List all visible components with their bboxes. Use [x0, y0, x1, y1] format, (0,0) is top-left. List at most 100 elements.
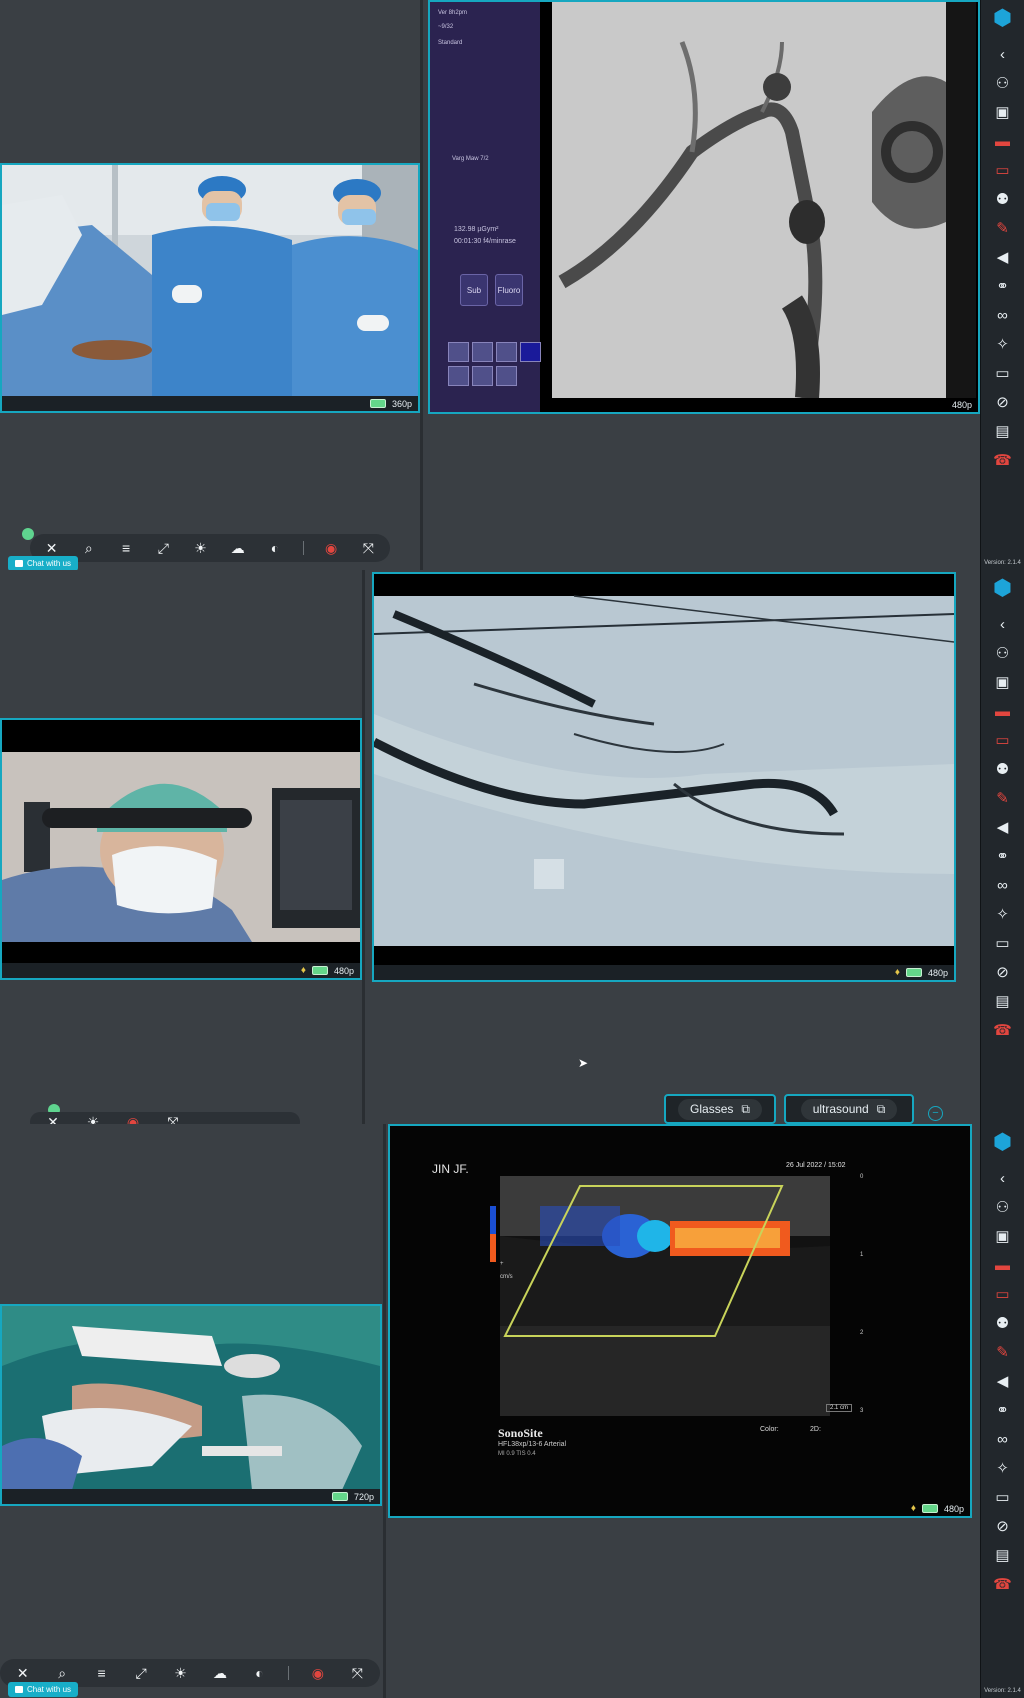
zoom-icon[interactable]: ⌕ — [51, 1665, 72, 1682]
contrast-icon[interactable]: ☁ — [209, 1665, 230, 1682]
close-icon[interactable]: ✕ — [42, 1114, 64, 1125]
thumbnail[interactable] — [496, 342, 517, 362]
params-label: MI 0.9 TIS 0.4 — [498, 1451, 536, 1457]
close-icon[interactable]: ✕ — [12, 1665, 33, 1682]
collapse-icon[interactable]: − — [928, 1106, 943, 1121]
stack-icon[interactable]: ≡ — [116, 540, 135, 556]
depth-mark: 0 — [860, 1174, 864, 1180]
trash-icon[interactable]: ▤ — [989, 989, 1017, 1013]
laser-pointer-icon[interactable]: ✧ — [989, 332, 1017, 356]
right-toolbar: ⬢ ‹ ⚇ ▣ ▬ ▭ ⚉ ✎ ◀ ⚭ ∞ ✧ ▭ ⊘ ▤ ☎ Version:… — [980, 0, 1024, 570]
add-user-icon[interactable]: ⚉ — [989, 187, 1017, 211]
chevron-left-icon[interactable]: ‹ — [989, 612, 1017, 636]
chevron-left-icon[interactable]: ‹ — [989, 42, 1017, 66]
close-icon[interactable]: ✕ — [42, 540, 61, 557]
panel-icon[interactable]: ▣ — [989, 1224, 1017, 1248]
sub-button[interactable]: Sub — [460, 274, 488, 306]
or-camera-feed[interactable]: 360p — [0, 163, 420, 413]
zoom-icon[interactable]: ⌕ — [79, 540, 98, 557]
chat-with-us-button[interactable]: Chat with us — [8, 556, 79, 570]
external-link-icon: ⧉ — [876, 1101, 886, 1116]
laser-pointer-icon[interactable]: ✧ — [989, 1456, 1017, 1480]
video-off-icon[interactable]: ▬ — [989, 699, 1017, 723]
expand-icon[interactable]: ⤢ — [154, 540, 173, 557]
feed-status-bar: ♦ 480p — [2, 963, 360, 978]
mic-off-icon[interactable]: ✎ — [989, 786, 1017, 810]
participants-icon[interactable]: ⚭ — [989, 844, 1017, 868]
thumbnail[interactable] — [448, 342, 469, 362]
handshake-icon[interactable]: ∞ — [989, 1427, 1017, 1451]
record-icon[interactable]: ◉ — [307, 1665, 328, 1682]
version-label: Version: 2.1.4 — [984, 1688, 1021, 1694]
brightness-icon[interactable]: ☀ — [191, 540, 210, 557]
panel-icon[interactable]: ▣ — [989, 670, 1017, 694]
trash-icon[interactable]: ▤ — [989, 419, 1017, 443]
trophy-icon: ♦ — [300, 965, 306, 976]
chat-with-us-button[interactable]: Chat with us — [8, 1682, 79, 1697]
brightness-icon[interactable]: ☀ — [170, 1665, 191, 1682]
mic-off-icon[interactable]: ✎ — [989, 1340, 1017, 1364]
laser-pointer-icon[interactable]: ✧ — [989, 902, 1017, 926]
invert-icon[interactable]: ◐ — [249, 1665, 270, 1681]
speaker-icon[interactable]: ◀ — [989, 1369, 1017, 1393]
fluoroscopy-feed[interactable]: Ver 8h2pm ~9/32 Standard Varg Maw 7/2 13… — [428, 0, 980, 414]
speaker-icon[interactable]: ◀ — [989, 245, 1017, 269]
thumbnail[interactable] — [496, 366, 517, 386]
logo-icon: ⬢ — [992, 575, 1013, 600]
screen-share-icon[interactable]: ▭ — [989, 728, 1017, 752]
end-call-icon[interactable]: ☎ — [989, 1018, 1017, 1042]
brightness-icon[interactable]: ☀ — [82, 1114, 104, 1125]
fullscreen-icon[interactable]: ⤧ — [359, 540, 378, 557]
add-user-icon[interactable]: ⚉ — [989, 757, 1017, 781]
panel-icon[interactable]: ▣ — [989, 100, 1017, 124]
handshake-icon[interactable]: ∞ — [989, 873, 1017, 897]
surgeon-camera-feed[interactable]: ♦ 480p — [0, 718, 362, 980]
thumbnail[interactable] — [448, 366, 469, 386]
no-record-icon[interactable]: ⊘ — [989, 1514, 1017, 1538]
end-call-icon[interactable]: ☎ — [989, 448, 1017, 472]
toolbar-separator — [302, 541, 304, 555]
fluoro-button[interactable]: Fluoro — [495, 274, 523, 306]
surgical-field-camera-feed[interactable]: 720p — [0, 1304, 382, 1506]
glasses-icon[interactable]: ⚇ — [989, 641, 1017, 665]
record-icon[interactable]: ◉ — [122, 1114, 144, 1125]
participants-icon[interactable]: ⚭ — [989, 274, 1017, 298]
logo-icon: ⬢ — [992, 5, 1013, 30]
handshake-icon[interactable]: ∞ — [989, 303, 1017, 327]
toolbar-separator — [288, 1666, 290, 1680]
feed-status-bar: 480p — [942, 397, 978, 412]
video-off-icon[interactable]: ▬ — [989, 1253, 1017, 1277]
resolution-label: 360p — [391, 398, 412, 409]
glasses-icon[interactable]: ⚇ — [989, 1195, 1017, 1219]
angiography-feed[interactable]: ♦ 480p — [372, 572, 956, 982]
glasses-icon[interactable]: ⚇ — [989, 71, 1017, 95]
screen-share-icon[interactable]: ▭ — [989, 1282, 1017, 1306]
fullscreen-icon[interactable]: ⤧ — [347, 1665, 368, 1682]
expand-icon[interactable]: ⤢ — [130, 1665, 151, 1682]
thumbnail[interactable] — [472, 366, 493, 386]
no-record-icon[interactable]: ⊘ — [989, 390, 1017, 414]
add-user-icon[interactable]: ⚉ — [989, 1311, 1017, 1335]
participants-icon[interactable]: ⚭ — [989, 1398, 1017, 1422]
ultrasound-source-button[interactable]: ultrasound ⧉ — [784, 1094, 914, 1124]
thumbnail[interactable] — [472, 342, 493, 362]
chevron-left-icon[interactable]: ‹ — [989, 1166, 1017, 1190]
glasses-source-button[interactable]: Glasses ⧉ — [664, 1094, 776, 1124]
screen-share-icon[interactable]: ▭ — [989, 158, 1017, 182]
trash-icon[interactable]: ▤ — [989, 1543, 1017, 1567]
ultrasound-feed[interactable]: JIN JF. 26 Jul 2022 / 15:02 + cm/s 0 1 2… — [388, 1124, 972, 1518]
video-off-icon[interactable]: ▬ — [989, 129, 1017, 153]
stack-icon[interactable]: ≡ — [91, 1665, 112, 1681]
fluoro-control-panel: Ver 8h2pm ~9/32 Standard Varg Maw 7/2 13… — [430, 2, 541, 412]
no-record-icon[interactable]: ⊘ — [989, 960, 1017, 984]
right-toolbar: ⬢ ‹ ⚇ ▣ ▬ ▭ ⚉ ✎ ◀ ⚭ ∞ ✧ ▭ ⊘ ▤ ☎ Version:… — [980, 1124, 1024, 1698]
angiogram-image — [552, 2, 976, 398]
fullscreen-icon[interactable]: ⤧ — [162, 1114, 184, 1125]
record-icon[interactable]: ◉ — [322, 540, 341, 557]
contrast-icon[interactable]: ☁ — [228, 540, 247, 557]
invert-icon[interactable]: ◐ — [265, 540, 284, 556]
mic-off-icon[interactable]: ✎ — [989, 216, 1017, 240]
thumbnail[interactable] — [520, 342, 541, 362]
speaker-icon[interactable]: ◀ — [989, 815, 1017, 839]
end-call-icon[interactable]: ☎ — [989, 1572, 1017, 1596]
